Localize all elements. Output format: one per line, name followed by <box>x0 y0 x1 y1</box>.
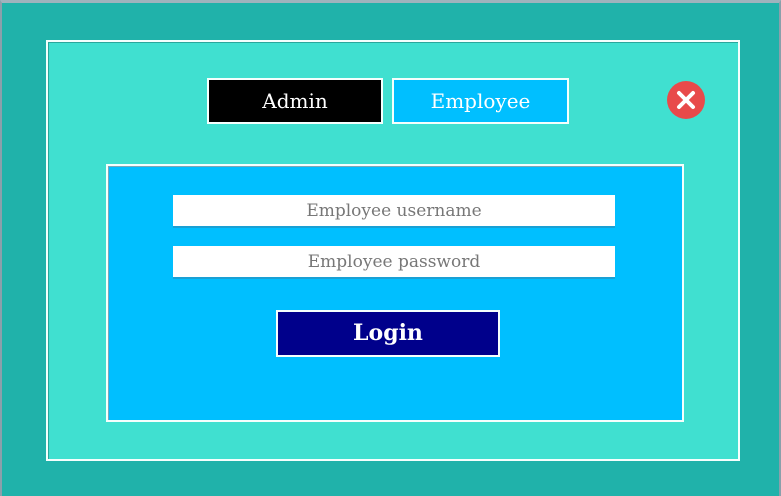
tab-admin[interactable]: Admin <box>207 78 383 124</box>
employee-login-form: Login <box>106 164 684 422</box>
tab-employee[interactable]: Employee <box>392 78 569 124</box>
login-panel: Admin Employee Login <box>46 40 740 461</box>
employee-password-input[interactable] <box>173 246 615 279</box>
employee-username-input[interactable] <box>173 195 615 228</box>
login-button[interactable]: Login <box>276 310 500 357</box>
close-icon <box>677 91 695 109</box>
login-window: Admin Employee Login <box>0 0 781 496</box>
close-button[interactable] <box>667 81 705 119</box>
